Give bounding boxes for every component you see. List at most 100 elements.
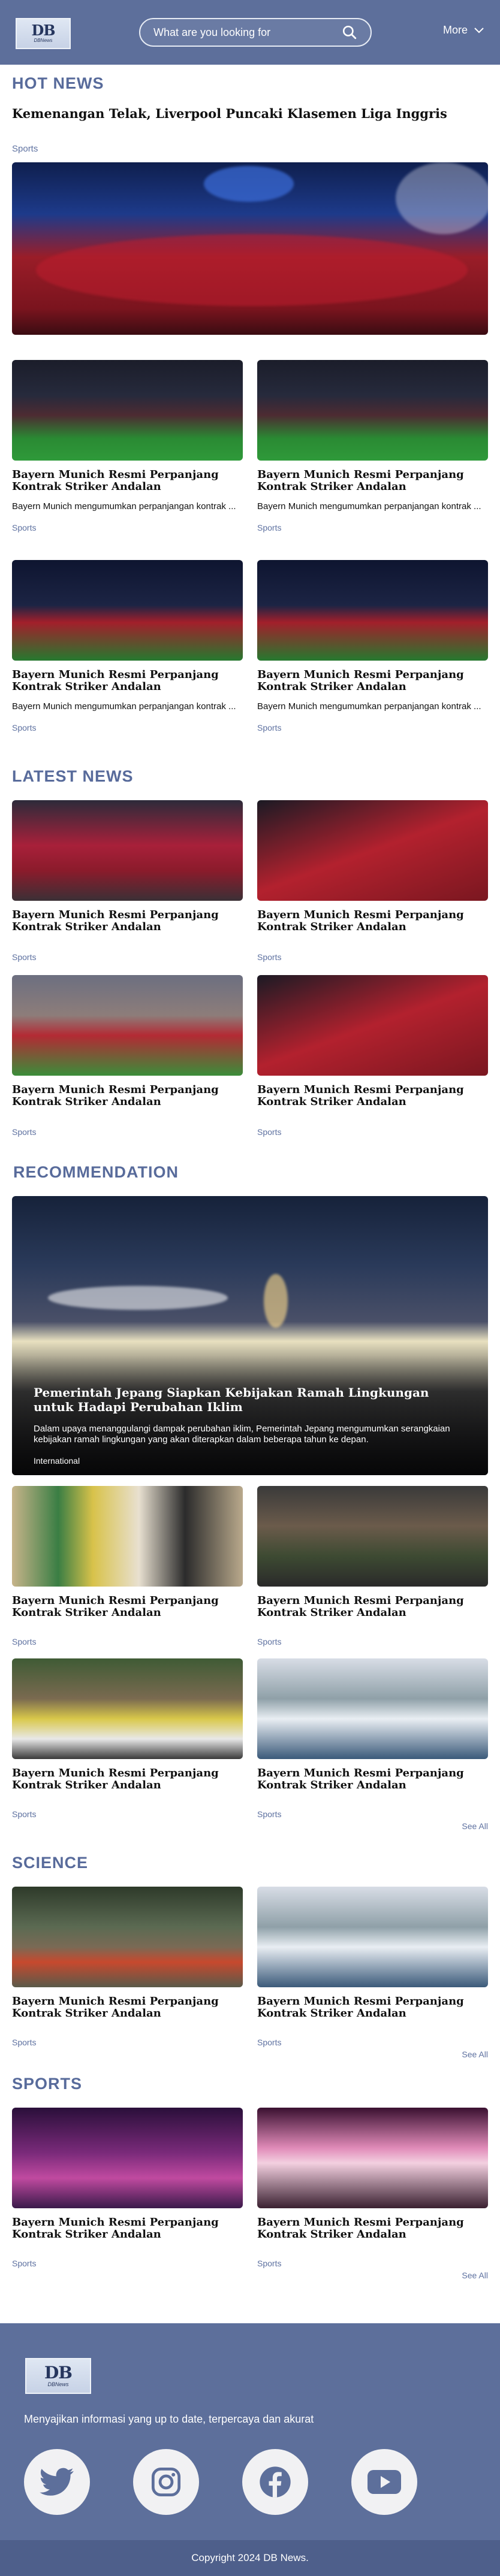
news-card-title[interactable]: Bayern Munich Resmi Perpanjang Kontrak S… (12, 909, 243, 933)
hot-news-grid-row-2: Bayern Munich Resmi Perpanjang Kontrak S… (12, 560, 488, 732)
news-card-image[interactable] (257, 1486, 488, 1587)
logo-mark: DB (31, 22, 55, 39)
news-card-category[interactable]: Sports (12, 1637, 243, 1646)
more-menu-button[interactable]: More (443, 24, 484, 37)
news-card-category[interactable]: Sports (257, 1127, 488, 1137)
news-card-image[interactable] (12, 560, 243, 661)
news-card-image[interactable] (12, 360, 243, 461)
news-card-image[interactable] (12, 1887, 243, 1987)
news-card-category[interactable]: Sports (257, 723, 488, 732)
news-card-image[interactable] (257, 2108, 488, 2208)
hero-description: Dalam upaya menanggulangi dampak perubah… (34, 1424, 450, 1445)
news-card-title[interactable]: Bayern Munich Resmi Perpanjang Kontrak S… (257, 1084, 488, 1108)
hot-news-category[interactable]: Sports (12, 144, 488, 154)
recommendation-see-all-link[interactable]: See All (12, 1821, 488, 1831)
site-logo[interactable]: DB DBNews (16, 18, 71, 49)
news-card[interactable]: Bayern Munich Resmi Perpanjang Kontrak S… (12, 800, 243, 962)
hero-category[interactable]: International (34, 1456, 466, 1466)
hot-news-title: HOT NEWS (12, 74, 104, 92)
youtube-link[interactable] (351, 2449, 417, 2515)
news-card[interactable]: Bayern Munich Resmi Perpanjang Kontrak S… (257, 800, 488, 962)
news-card-category[interactable]: Sports (12, 1127, 243, 1137)
news-card-category[interactable]: Sports (257, 952, 488, 962)
news-card-title[interactable]: Bayern Munich Resmi Perpanjang Kontrak S… (257, 469, 488, 493)
news-card-image[interactable] (12, 800, 243, 901)
hot-news-hero-image[interactable] (12, 162, 488, 335)
more-label: More (442, 24, 468, 36)
news-card-description: Bayern Munich mengumumkan perpanjangan k… (257, 701, 481, 712)
news-card-title[interactable]: Bayern Munich Resmi Perpanjang Kontrak S… (257, 909, 488, 933)
news-card[interactable]: Bayern Munich Resmi Perpanjang Kontrak S… (257, 1486, 488, 1646)
news-card-image[interactable] (257, 560, 488, 661)
news-card-category[interactable]: Sports (12, 2259, 243, 2268)
news-card-image[interactable] (12, 975, 243, 1076)
news-card-category[interactable]: Sports (257, 523, 488, 532)
logo-subtext: DBNews (34, 38, 53, 43)
footer-logo[interactable]: DB DBNews (25, 2358, 91, 2394)
news-card-title[interactable]: Bayern Munich Resmi Perpanjang Kontrak S… (12, 1996, 243, 2020)
news-card-category[interactable]: Sports (12, 1809, 243, 1819)
news-card[interactable]: Bayern Munich Resmi Perpanjang Kontrak S… (12, 560, 243, 732)
news-card-category[interactable]: Sports (257, 1809, 488, 1819)
hero-title[interactable]: Pemerintah Jepang Siapkan Kebijakan Rama… (34, 1385, 466, 1414)
news-card-description: Bayern Munich mengumumkan perpanjangan k… (12, 701, 236, 712)
news-card-image[interactable] (257, 800, 488, 901)
news-card[interactable]: Bayern Munich Resmi Perpanjang Kontrak S… (12, 360, 243, 532)
hot-news-grid-row-1: Bayern Munich Resmi Perpanjang Kontrak S… (12, 360, 488, 532)
copyright-bar: Copyright 2024 DB News. (0, 2540, 500, 2576)
latest-news-grid-row-2: Bayern Munich Resmi Perpanjang Kontrak S… (12, 975, 488, 1137)
news-card[interactable]: Bayern Munich Resmi Perpanjang Kontrak S… (257, 2108, 488, 2268)
news-card-title[interactable]: Bayern Munich Resmi Perpanjang Kontrak S… (12, 669, 243, 693)
science-title: SCIENCE (12, 1854, 89, 1872)
search-input[interactable] (153, 26, 342, 39)
facebook-link[interactable] (242, 2449, 308, 2515)
news-card-image[interactable] (12, 1658, 243, 1759)
science-grid: Bayern Munich Resmi Perpanjang Kontrak S… (12, 1887, 488, 2047)
news-card-title[interactable]: Bayern Munich Resmi Perpanjang Kontrak S… (257, 1595, 488, 1619)
science-see-all-link[interactable]: See All (12, 2050, 488, 2059)
search-icon[interactable] (342, 25, 357, 40)
news-card[interactable]: Bayern Munich Resmi Perpanjang Kontrak S… (257, 560, 488, 732)
news-card-image[interactable] (12, 1486, 243, 1587)
news-card-title[interactable]: Bayern Munich Resmi Perpanjang Kontrak S… (12, 1084, 243, 1108)
news-card-title[interactable]: Bayern Munich Resmi Perpanjang Kontrak S… (257, 1996, 488, 2020)
news-card-image[interactable] (257, 1658, 488, 1759)
news-card-title[interactable]: Bayern Munich Resmi Perpanjang Kontrak S… (257, 1767, 488, 1791)
news-card-title[interactable]: Bayern Munich Resmi Perpanjang Kontrak S… (12, 469, 243, 493)
sports-see-all-link[interactable]: See All (12, 2271, 488, 2280)
footer-tagline: Menyajikan informasi yang up to date, te… (24, 2413, 314, 2425)
news-card[interactable]: Bayern Munich Resmi Perpanjang Kontrak S… (12, 975, 243, 1137)
news-card-title[interactable]: Bayern Munich Resmi Perpanjang Kontrak S… (257, 2217, 488, 2241)
news-card[interactable]: Bayern Munich Resmi Perpanjang Kontrak S… (12, 1658, 243, 1819)
news-card-category[interactable]: Sports (12, 723, 243, 732)
news-card[interactable]: Bayern Munich Resmi Perpanjang Kontrak S… (12, 1486, 243, 1646)
news-card-category[interactable]: Sports (257, 1637, 488, 1646)
news-card-title[interactable]: Bayern Munich Resmi Perpanjang Kontrak S… (12, 1767, 243, 1791)
news-card-image[interactable] (257, 1887, 488, 1987)
news-card[interactable]: Bayern Munich Resmi Perpanjang Kontrak S… (257, 360, 488, 532)
news-card-category[interactable]: Sports (257, 2038, 488, 2047)
site-footer: DB DBNews Menyajikan informasi yang up t… (0, 2323, 500, 2576)
news-card-image[interactable] (257, 975, 488, 1076)
news-card-title[interactable]: Bayern Munich Resmi Perpanjang Kontrak S… (12, 1595, 243, 1619)
twitter-link[interactable] (24, 2449, 90, 2515)
latest-news-title: LATEST NEWS (12, 767, 134, 785)
news-card[interactable]: Bayern Munich Resmi Perpanjang Kontrak S… (257, 975, 488, 1137)
instagram-link[interactable] (133, 2449, 199, 2515)
news-card[interactable]: Bayern Munich Resmi Perpanjang Kontrak S… (257, 1658, 488, 1819)
news-card-category[interactable]: Sports (12, 2038, 243, 2047)
news-card-category[interactable]: Sports (257, 2259, 488, 2268)
news-card-category[interactable]: Sports (12, 952, 243, 962)
search-bar[interactable] (139, 18, 372, 47)
recommendation-title: RECOMMENDATION (13, 1163, 179, 1181)
news-card-title[interactable]: Bayern Munich Resmi Perpanjang Kontrak S… (257, 669, 488, 693)
news-card-image[interactable] (257, 360, 488, 461)
news-card[interactable]: Bayern Munich Resmi Perpanjang Kontrak S… (257, 1887, 488, 2047)
news-card-title[interactable]: Bayern Munich Resmi Perpanjang Kontrak S… (12, 2217, 243, 2241)
news-card-category[interactable]: Sports (12, 523, 243, 532)
recommendation-hero-card[interactable]: Pemerintah Jepang Siapkan Kebijakan Rama… (12, 1196, 488, 1475)
hot-news-headline[interactable]: Kemenangan Telak, Liverpool Puncaki Klas… (12, 106, 488, 121)
news-card[interactable]: Bayern Munich Resmi Perpanjang Kontrak S… (12, 1887, 243, 2047)
news-card-image[interactable] (12, 2108, 243, 2208)
news-card[interactable]: Bayern Munich Resmi Perpanjang Kontrak S… (12, 2108, 243, 2268)
